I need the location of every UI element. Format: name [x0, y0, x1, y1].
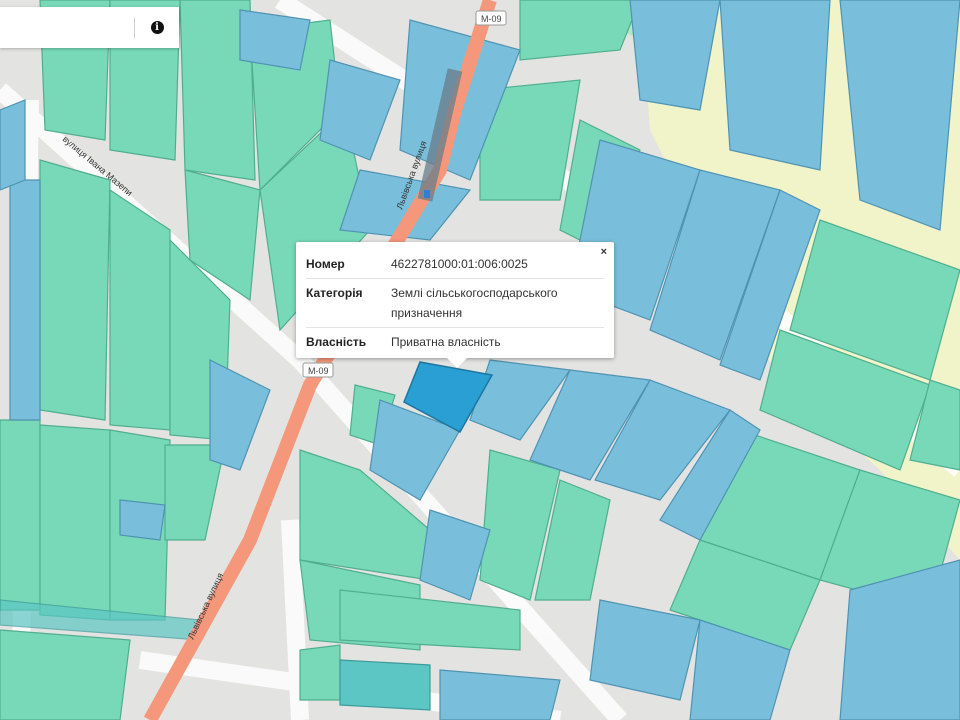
table-row: Номер 4622781000:01:006:0025: [306, 250, 604, 279]
road-shield: M-09: [302, 362, 334, 378]
cadastral-map[interactable]: M-09 M-09 Львівська вулиця Львівська вул…: [0, 0, 960, 720]
row-key: Категорія: [306, 278, 391, 328]
table-row: Власність Приватна власність: [306, 327, 604, 356]
row-value: Приватна власність: [391, 327, 604, 356]
road-shield-label: M-09: [481, 14, 502, 24]
parcel-info-table: Номер 4622781000:01:006:0025 Категорія З…: [306, 250, 604, 356]
info-button[interactable]: i: [135, 7, 179, 48]
close-icon[interactable]: ×: [601, 247, 607, 258]
search-input[interactable]: [0, 7, 134, 48]
road-shield-label: M-09: [308, 366, 329, 376]
row-value: 4622781000:01:006:0025: [391, 257, 528, 271]
table-row: Категорія Землі сільськогосподарського п…: [306, 278, 604, 328]
info-icon: i: [150, 21, 164, 34]
row-key: Власність: [306, 327, 391, 356]
row-value: Землі сільськогосподарського призначення: [391, 278, 604, 328]
road-shield: M-09: [475, 10, 507, 26]
bus-stop-icon[interactable]: [424, 190, 430, 198]
search-box: i: [0, 7, 179, 48]
row-key: Номер: [306, 257, 345, 271]
parcel-popup: × Номер 4622781000:01:006:0025 Категорія…: [296, 242, 614, 368]
